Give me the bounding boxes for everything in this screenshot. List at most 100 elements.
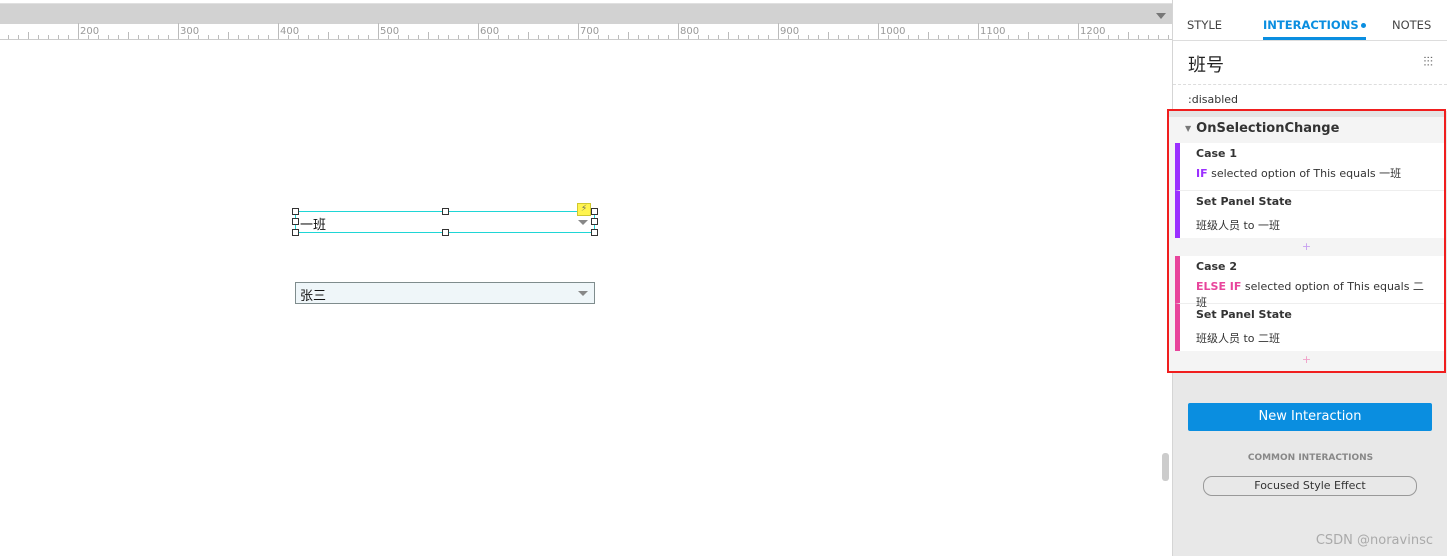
ruler-tick (858, 35, 859, 39)
ruler-tick (1138, 35, 1139, 39)
lightning-icon[interactable]: ⚡ (577, 203, 591, 216)
design-canvas[interactable]: 200 300 400 500 600 700 800 900 1000 1100 1200 一班 … (0, 0, 1172, 556)
ruler-label: 700 (580, 26, 600, 37)
ruler-tick (408, 35, 409, 39)
resize-handle[interactable] (442, 229, 449, 236)
page-tabs-strip (0, 4, 1172, 24)
ruler-tick (868, 35, 869, 39)
ruler-tick (678, 23, 679, 39)
ruler-tick (228, 32, 229, 39)
ruler-tick (638, 35, 639, 39)
resize-handle[interactable] (591, 229, 598, 236)
ruler-tick (378, 23, 379, 39)
case-1[interactable]: Case 1 IF selected option of This equals… (1175, 143, 1444, 190)
ruler-tick (538, 35, 539, 39)
resize-handle[interactable] (442, 208, 449, 215)
focused-style-effect-button[interactable]: Focused Style Effect (1203, 476, 1417, 496)
ruler-tick (808, 35, 809, 39)
ruler-tick (338, 35, 339, 39)
case-title: Case 1 (1196, 147, 1237, 160)
ruler-tick (578, 23, 579, 39)
case-condition: selected option of This equals 一班 (1211, 167, 1402, 180)
ruler-tick (928, 32, 929, 39)
ruler-tick (608, 35, 609, 39)
ruler-label: 300 (180, 26, 200, 37)
add-action-button[interactable]: + (1169, 238, 1444, 256)
vertical-scrollbar[interactable] (1162, 453, 1169, 481)
event-header[interactable]: ▼ OnSelectionChange (1169, 111, 1444, 143)
ruler-tick (838, 35, 839, 39)
ruler-tick (78, 23, 79, 39)
event-name: OnSelectionChange (1196, 121, 1340, 136)
panel-tabs: STYLE INTERACTIONS NOTES (1173, 0, 1447, 41)
ruler-tick (308, 35, 309, 39)
state-disabled[interactable]: :disabled (1173, 85, 1447, 111)
resize-handle[interactable] (292, 218, 299, 225)
ruler-tick (1158, 35, 1159, 39)
action-1[interactable]: Set Panel State 班级人员 to 一班 (1175, 190, 1444, 238)
resize-handle[interactable] (292, 208, 299, 215)
ruler-tick (848, 35, 849, 39)
ruler-tick (1148, 35, 1149, 39)
tab-interactions[interactable]: INTERACTIONS (1263, 18, 1366, 40)
resize-handle[interactable] (292, 229, 299, 236)
ruler-tick (558, 35, 559, 39)
caret-down-icon (578, 220, 588, 225)
ruler-tick (918, 35, 919, 39)
ruler-tick (718, 35, 719, 39)
ruler-label: 900 (780, 26, 800, 37)
resize-handle[interactable] (591, 218, 598, 225)
ruler-tick (1108, 35, 1109, 39)
ruler-tick (978, 23, 979, 39)
ruler-label: 1100 (980, 26, 1006, 37)
ruler-tick (28, 32, 29, 39)
ruler-tick (1118, 35, 1119, 39)
ruler-tick (458, 35, 459, 39)
ruler-tick (178, 23, 179, 39)
case-keyword: IF (1196, 167, 1208, 180)
ruler-tick (708, 35, 709, 39)
ruler-tick (208, 35, 209, 39)
triangle-down-icon[interactable]: ▼ (1185, 124, 1191, 133)
ruler-tick (328, 32, 329, 39)
ruler-tick (128, 32, 129, 39)
ruler-tick (658, 35, 659, 39)
ruler-tick (238, 35, 239, 39)
ruler-tick (528, 32, 529, 39)
new-interaction-button[interactable]: New Interaction (1188, 403, 1432, 431)
ruler-tick (108, 35, 109, 39)
ruler-tick (478, 23, 479, 39)
ruler-tick (218, 35, 219, 39)
resize-handle[interactable] (591, 208, 598, 215)
ruler-tick (138, 35, 139, 39)
chevron-down-icon[interactable] (1156, 13, 1166, 19)
action-2[interactable]: Set Panel State 班级人员 to 二班 (1175, 303, 1444, 351)
dropdown-student[interactable]: 张三 (295, 282, 595, 304)
ruler-tick (1028, 32, 1029, 39)
ruler-tick (358, 35, 359, 39)
ruler-tick (1168, 35, 1169, 39)
dropdown-value: 一班 (300, 218, 327, 233)
ruler-tick (1078, 23, 1079, 39)
ruler-tick (828, 32, 829, 39)
ruler-tick (1008, 35, 1009, 39)
ruler-tick (1018, 35, 1019, 39)
ruler-tick (818, 35, 819, 39)
tab-style[interactable]: STYLE (1187, 18, 1222, 32)
add-action-button[interactable]: + (1169, 351, 1444, 369)
widget-name[interactable]: 班号 (1188, 51, 1224, 77)
ruler-label: 500 (380, 26, 400, 37)
ruler-label: 1200 (1080, 26, 1106, 37)
ruler-tick (418, 35, 419, 39)
ruler-label: 600 (480, 26, 500, 37)
horizontal-ruler: 200 300 400 500 600 700 800 900 1000 1100 1200 (0, 23, 1172, 40)
ruler-tick (428, 32, 429, 39)
case-2[interactable]: Case 2 ELSE IF selected option of This e… (1175, 256, 1444, 309)
ruler-tick (768, 35, 769, 39)
ruler-tick (548, 35, 549, 39)
sliders-icon[interactable]: ⫶⫶⫶ (1423, 55, 1433, 70)
ruler-tick (738, 35, 739, 39)
ruler-tick (908, 35, 909, 39)
ruler-tick (118, 35, 119, 39)
tab-notes[interactable]: NOTES (1392, 18, 1431, 32)
